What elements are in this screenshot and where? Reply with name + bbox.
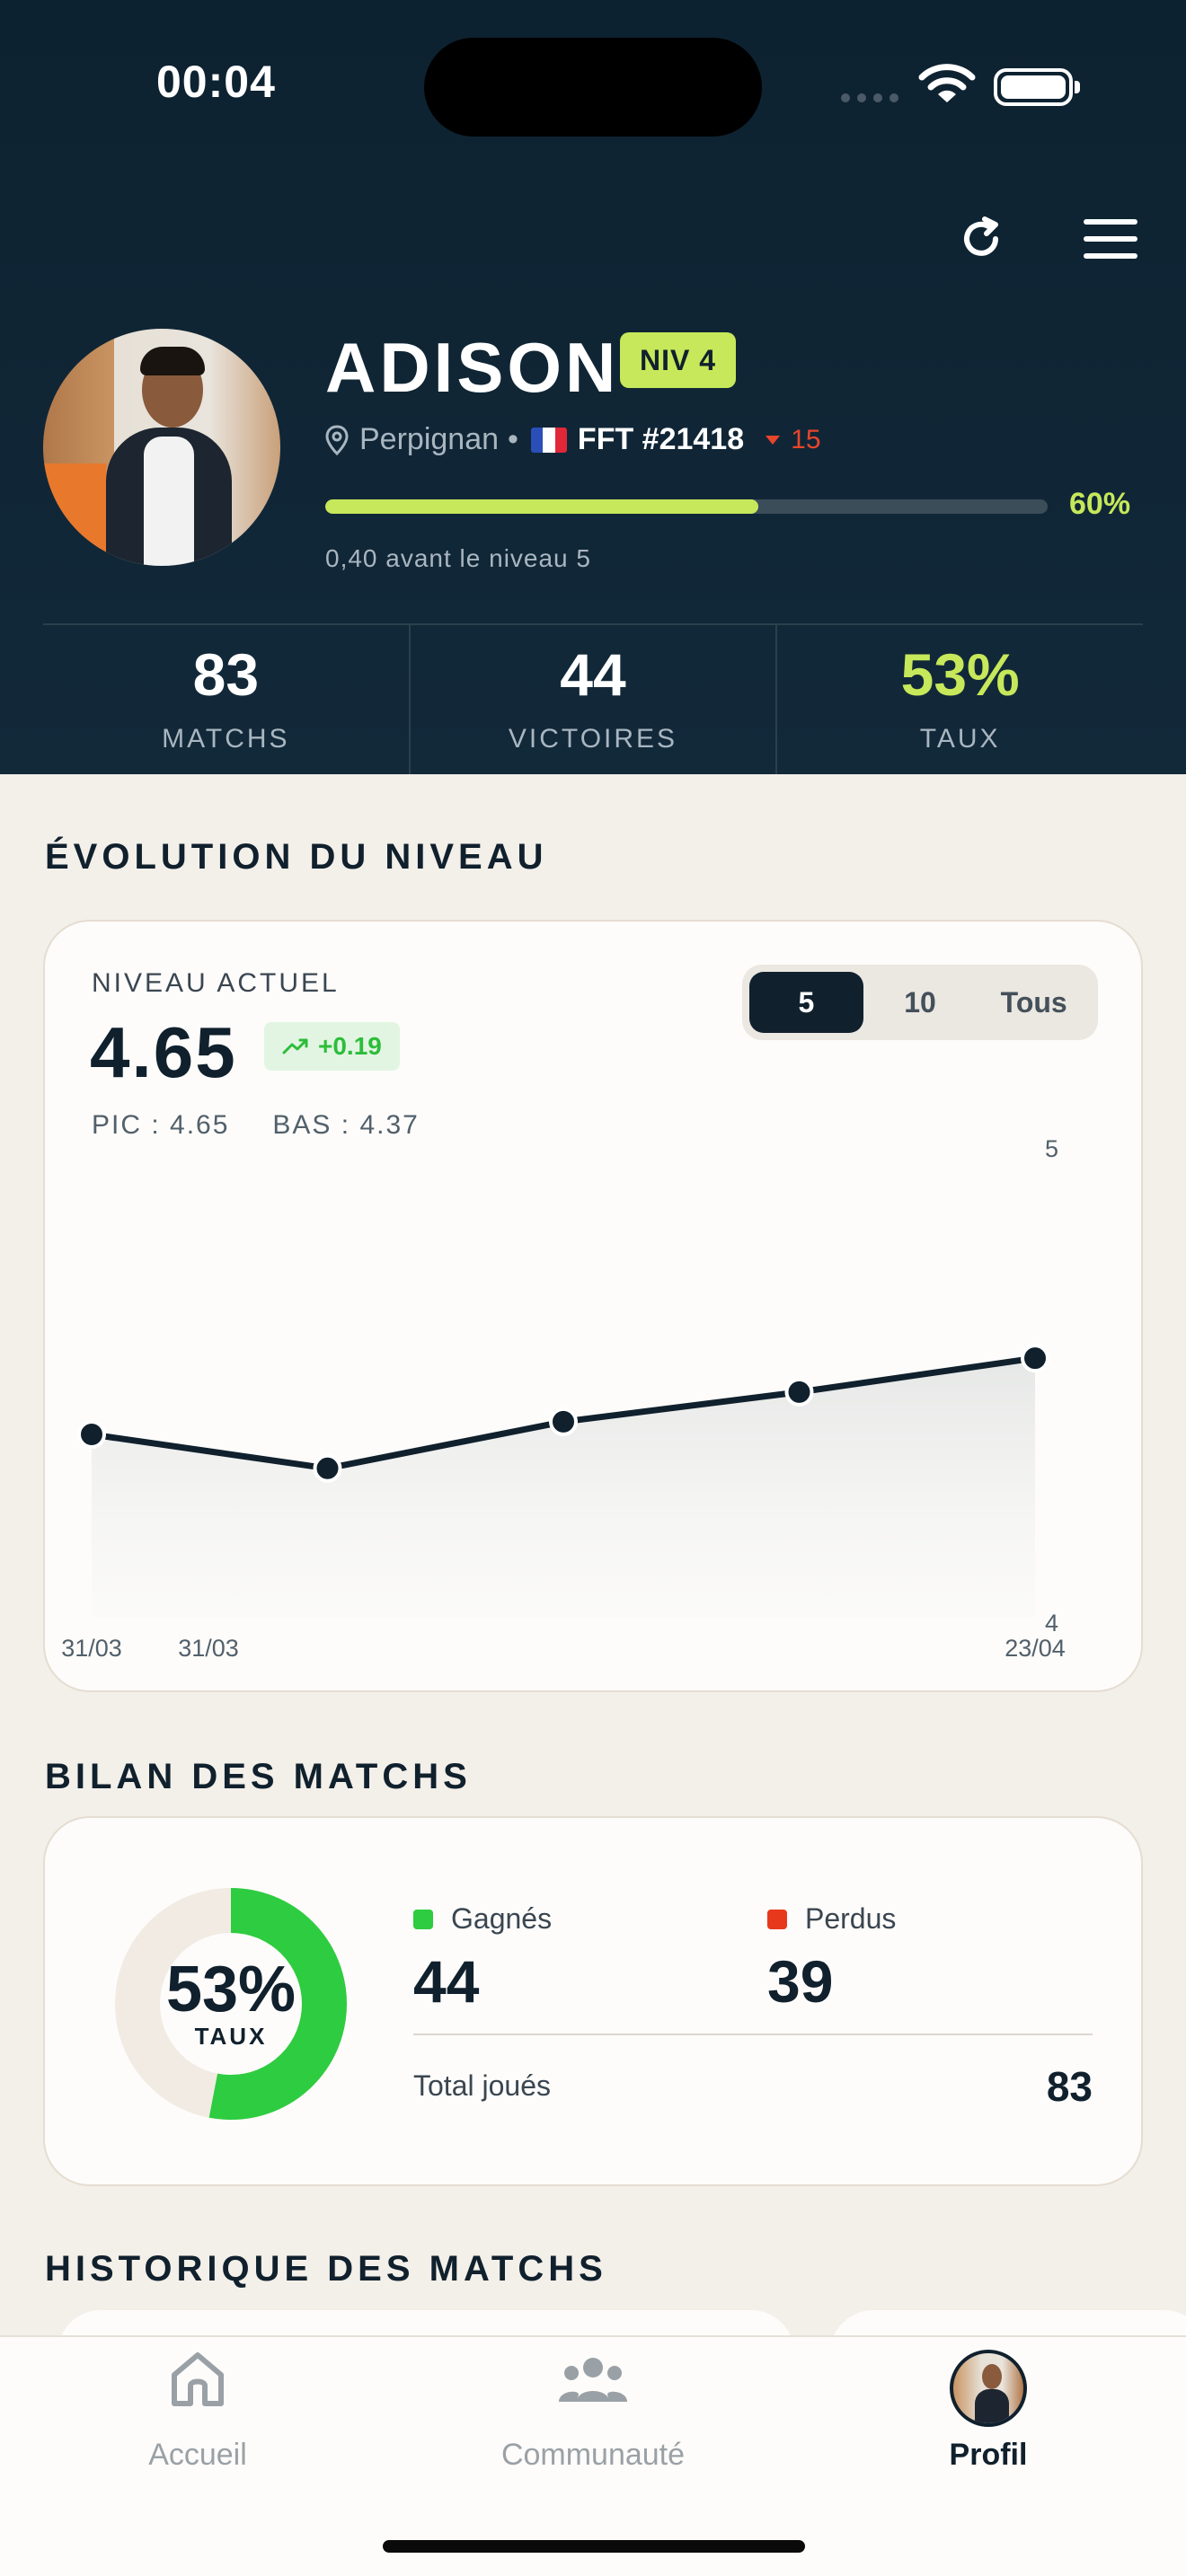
- stat-taux: 53% TAUX: [777, 625, 1143, 774]
- x-tick-label: 31/03: [178, 1635, 239, 1662]
- rank-change: 15: [766, 424, 821, 455]
- refresh-button[interactable]: [954, 212, 1008, 266]
- total-label: Total joués: [413, 2069, 551, 2102]
- level-badge: NIV 4: [620, 332, 737, 388]
- dynamic-island: [424, 38, 762, 137]
- section-title-history: HISTORIQUE DES MATCHS: [45, 2249, 607, 2289]
- wifi-icon: [918, 64, 976, 102]
- community-icon: [559, 2358, 627, 2402]
- city-label: Perpignan: [359, 422, 500, 456]
- chart-area: [92, 1358, 1035, 1617]
- separator-dot: •: [508, 422, 518, 456]
- won-color-swatch: [413, 1909, 433, 1929]
- avatar: [950, 2350, 1027, 2427]
- tab-label: Communauté: [500, 2438, 686, 2472]
- lost-label: Perdus: [805, 1902, 897, 1935]
- location-pin-icon: [325, 424, 349, 455]
- tab-label: Accueil: [148, 2438, 247, 2472]
- lost-value: 39: [767, 1948, 834, 2015]
- player-name: ADISON: [325, 328, 620, 407]
- stat-value: 53%: [900, 641, 1020, 708]
- status-time: 00:04: [156, 57, 276, 107]
- stat-value: 44: [560, 641, 626, 708]
- section-title-bilan: BILAN DES MATCHS: [45, 1757, 472, 1796]
- level-progress-percent: 60%: [1069, 487, 1131, 521]
- france-flag-icon: [530, 427, 567, 453]
- x-tick-label: 31/03: [61, 1635, 122, 1662]
- evolution-card: NIVEAU ACTUEL 4.65 +0.19 PIC : 4.65 BAS :…: [43, 920, 1143, 1692]
- stats-row: 83 MATCHS 44 VICTOIRES 53% TAUX: [43, 623, 1143, 774]
- win-rate-label: TAUX: [194, 2023, 268, 2050]
- player-meta: Perpignan • FFT #21418 15: [325, 422, 821, 457]
- fft-license: FFT #21418: [577, 422, 745, 456]
- rank-change-value: 15: [791, 424, 821, 454]
- tab-profil[interactable]: Profil: [791, 2337, 1186, 2499]
- lost-color-swatch: [767, 1909, 787, 1929]
- win-rate-value: 53%: [165, 1954, 296, 2025]
- level-progress-bar: [325, 499, 1048, 514]
- signal-icon: [841, 93, 898, 102]
- level-chart: 5 4 31/03 31/03 23/04: [61, 1135, 1066, 1662]
- stat-value: 83: [192, 641, 260, 708]
- stat-label: VICTOIRES: [508, 724, 678, 754]
- chart-point[interactable]: [784, 1377, 814, 1407]
- divider: [413, 2033, 1093, 2035]
- y-tick-label: 5: [1045, 1135, 1058, 1162]
- won-label: Gagnés: [451, 1902, 553, 1935]
- section-title-evolution: ÉVOLUTION DU NIVEAU: [45, 837, 548, 877]
- tab-accueil[interactable]: Accueil: [0, 2337, 395, 2499]
- legend-lost: Perdus: [767, 1902, 896, 1936]
- stat-victoires: 44 VICTOIRES: [411, 625, 778, 774]
- chart-point[interactable]: [1021, 1344, 1049, 1373]
- down-arrow-icon: [766, 435, 781, 445]
- won-value: 44: [413, 1948, 480, 2015]
- avatar[interactable]: [43, 329, 280, 566]
- legend-won: Gagnés: [413, 1902, 552, 1936]
- menu-button[interactable]: [1084, 219, 1137, 259]
- tab-label: Profil: [949, 2438, 1028, 2472]
- tab-communaute[interactable]: Communauté: [395, 2337, 791, 2499]
- total-value: 83: [1046, 2063, 1093, 2110]
- level-progress-note: 0,40 avant le niveau 5: [325, 544, 591, 572]
- stat-matchs: 83 MATCHS: [43, 625, 411, 774]
- chart-point[interactable]: [77, 1420, 106, 1450]
- battery-icon: [994, 68, 1080, 106]
- home-icon: [172, 2352, 224, 2406]
- profile-header: 00:04 ADISON NIV 4 Perpignan • FFT #2141…: [0, 0, 1186, 774]
- chart-point[interactable]: [549, 1407, 578, 1436]
- x-tick-label: 23/04: [1005, 1635, 1066, 1662]
- stat-label: TAUX: [919, 724, 1001, 754]
- bilan-card: 53% TAUX Gagnés 44 Perdus 39 Total joués…: [43, 1816, 1143, 2186]
- level-progress-fill: [325, 499, 759, 514]
- chart-point[interactable]: [313, 1453, 342, 1483]
- home-indicator: [383, 2540, 805, 2553]
- y-tick-label: 4: [1045, 1610, 1058, 1636]
- stat-label: MATCHS: [162, 724, 290, 754]
